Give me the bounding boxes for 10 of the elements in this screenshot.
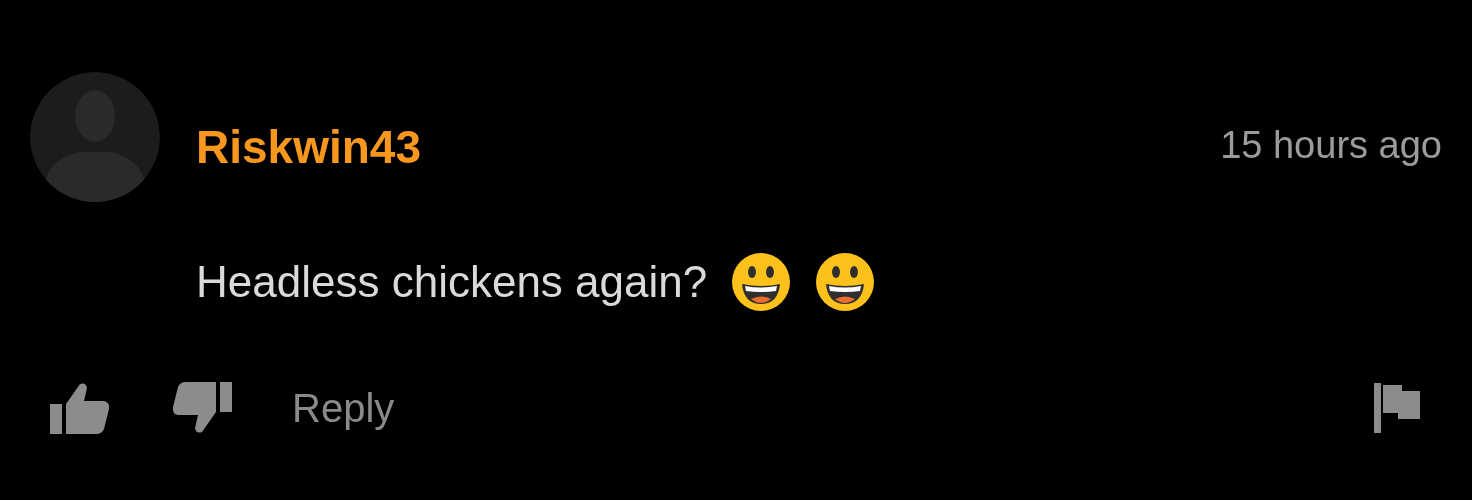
flag-icon[interactable] <box>1374 383 1420 433</box>
username[interactable]: Riskwin43 <box>196 120 421 174</box>
grinning-face-icon <box>815 252 876 312</box>
thumbs-down-icon[interactable] <box>172 382 232 434</box>
comment-text: Headless chickens again? <box>196 257 708 307</box>
timestamp: 15 hours ago <box>1220 123 1442 167</box>
grinning-face-icon <box>731 252 792 312</box>
reply-button[interactable]: Reply <box>292 385 395 431</box>
thumbs-up-icon[interactable] <box>50 382 110 434</box>
avatar-icon <box>30 72 160 202</box>
